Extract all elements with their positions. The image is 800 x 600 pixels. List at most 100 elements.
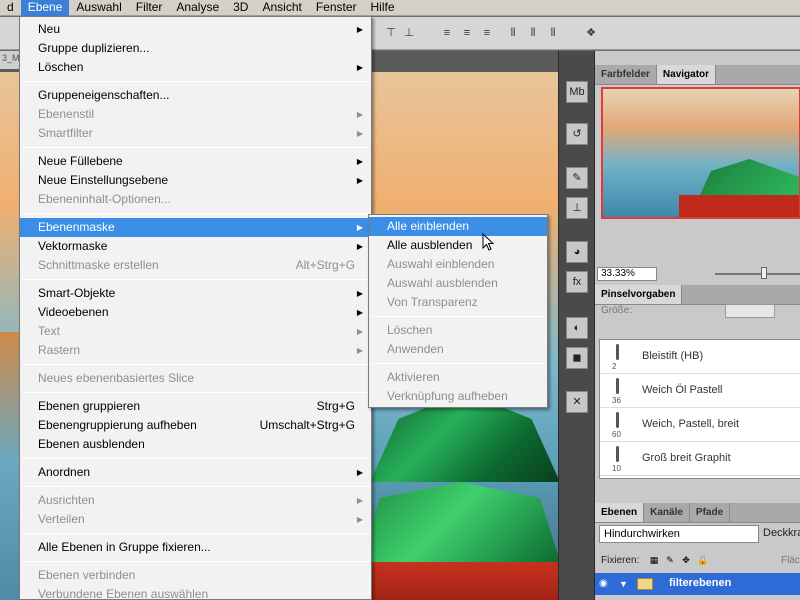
submenu-item: Auswahl einblenden xyxy=(387,257,495,271)
menubar-item[interactable]: Ansicht xyxy=(255,0,308,16)
submenu-arrow-icon: ▶ xyxy=(356,223,363,232)
menu-item-label: Smartfilter xyxy=(38,126,93,140)
submenu-item: Auswahl ausblenden xyxy=(387,276,498,290)
fill-label: Fläch xyxy=(781,555,800,566)
submenu-item: Löschen xyxy=(387,323,433,337)
fx-icon[interactable]: fx xyxy=(566,271,588,293)
submenu-arrow-icon: ▶ xyxy=(356,308,363,317)
menu-item-label: Gruppeneigenschaften... xyxy=(38,88,170,102)
menubar-item[interactable]: d xyxy=(0,0,21,16)
menu-item[interactable]: Neu ▶ xyxy=(20,20,371,39)
brush-size: 10 xyxy=(612,464,621,473)
navigator-zoom-knob[interactable] xyxy=(761,267,767,279)
submenu-separator xyxy=(371,316,545,317)
menubar-item[interactable]: Analyse xyxy=(169,0,226,16)
menubar-item[interactable]: Auswahl xyxy=(69,0,128,16)
panel-dock: Mb ↺ ✎ ⊥ ◕ fx ◐ ◼ ✕ xyxy=(558,51,594,600)
menu-item-label: Verbundene Ebenen auswählen xyxy=(38,587,209,600)
menu-item[interactable]: Ebenen gruppieren Strg+G xyxy=(20,397,371,416)
brush-preset-row[interactable]: 36 Weich Öl Pastell xyxy=(600,374,800,408)
lock-all-icon[interactable]: 🔒 xyxy=(697,555,708,565)
navigator-thumbnail[interactable] xyxy=(601,87,800,219)
menu-item[interactable]: Smart-Objekte ▶ xyxy=(20,284,371,303)
distribute-right-icon[interactable]: ⫴ xyxy=(546,26,560,40)
align-vcenter-icon[interactable]: ⊥ xyxy=(402,26,416,40)
menu-item[interactable]: Videoebenen ▶ xyxy=(20,303,371,322)
panel-tab[interactable]: Farbfelder xyxy=(595,65,657,84)
menu-separator xyxy=(22,213,369,214)
mini-bridge-icon[interactable]: Mb xyxy=(566,81,588,103)
menu-item-label: Anordnen xyxy=(38,465,91,479)
auto-align-icon[interactable]: ❖ xyxy=(584,26,598,40)
menu-item[interactable]: Gruppe duplizieren... xyxy=(20,39,371,58)
align-top-icon[interactable]: ⊤ xyxy=(384,26,398,40)
panel-tab[interactable]: Pinselvorgaben xyxy=(595,285,683,304)
tools-icon[interactable]: ✕ xyxy=(566,391,588,413)
menu-item: Verbundene Ebenen auswählen xyxy=(20,585,371,600)
lock-pixels-icon[interactable]: ✎ xyxy=(665,555,675,565)
menu-item[interactable]: Vektormaske ▶ xyxy=(20,237,371,256)
distribute-bottom-icon[interactable]: ≡ xyxy=(480,26,494,40)
menu-item[interactable]: Ebenengruppierung aufheben Umschalt+Strg+… xyxy=(20,416,371,435)
layer-row[interactable]: ◉ ▼ filterebenen xyxy=(595,573,800,595)
menu-item[interactable]: Gruppeneigenschaften... xyxy=(20,86,371,105)
menu-item[interactable]: Ebenenmaske ▶ xyxy=(20,218,371,237)
brush-preset-row[interactable]: 10 Groß breit Graphit xyxy=(600,442,800,476)
brush-size-label: Größe: xyxy=(601,305,633,316)
expand-arrow-icon[interactable]: ▼ xyxy=(619,579,628,589)
brush-size: 36 xyxy=(612,396,621,405)
menu-item[interactable]: Alle Ebenen in Gruppe fixieren... xyxy=(20,538,371,557)
menu-item[interactable]: Anordnen ▶ xyxy=(20,463,371,482)
brush-icon[interactable]: ✎ xyxy=(566,167,588,189)
panel-tab[interactable]: Navigator xyxy=(656,65,717,84)
brush-size: 60 xyxy=(612,430,621,439)
menu-item: Ebeneninhalt-Optionen... xyxy=(20,190,371,209)
lock-transparency-icon[interactable]: ▦ xyxy=(649,555,659,565)
menu-separator xyxy=(22,533,369,534)
history-icon[interactable]: ↺ xyxy=(566,123,588,145)
visibility-eye-icon[interactable]: ◉ xyxy=(599,578,613,590)
menu-item[interactable]: Neue Einstellungsebene ▶ xyxy=(20,171,371,190)
distribute-top-icon[interactable]: ≡ xyxy=(440,26,454,40)
menu-item[interactable]: Neue Füllebene ▶ xyxy=(20,152,371,171)
lock-position-icon[interactable]: ✥ xyxy=(681,555,691,565)
submenu-item: Aktivieren xyxy=(387,370,440,384)
brush-stroke-icon xyxy=(616,378,619,394)
brush-preset-row[interactable]: 60 Weich, Pastell, breit xyxy=(600,408,800,442)
navigator-zoom-slider[interactable] xyxy=(715,273,800,275)
menu-separator xyxy=(22,364,369,365)
menu-item: Ebenenstil ▶ xyxy=(20,105,371,124)
menu-item[interactable]: Löschen ▶ xyxy=(20,58,371,77)
brush-stroke-icon xyxy=(616,344,619,360)
menubar-item[interactable]: Fenster xyxy=(309,0,364,16)
submenu-item[interactable]: Alle einblenden xyxy=(369,217,547,236)
panel-tab[interactable]: Kanäle xyxy=(644,503,690,522)
distribute-hcenter-icon[interactable]: ⫴ xyxy=(526,26,540,40)
brush-size-field[interactable] xyxy=(725,304,775,318)
opacity-label: Deckkra xyxy=(763,527,800,539)
swatches-icon[interactable]: ◕ xyxy=(566,241,588,263)
stamp-icon[interactable]: ⊥ xyxy=(566,197,588,219)
mask-icon[interactable]: ◐ xyxy=(566,317,588,339)
submenu-arrow-icon: ▶ xyxy=(356,129,363,138)
lock-label: Fixieren: xyxy=(601,555,640,566)
navigator-zoom-field[interactable]: 33.33% xyxy=(597,267,657,281)
panel-tab[interactable]: Pfade xyxy=(690,503,731,522)
submenu-item[interactable]: Alle ausblenden xyxy=(369,236,547,255)
brush-stroke-icon xyxy=(616,446,619,462)
folder-icon xyxy=(637,578,653,590)
menubar-item[interactable]: Ebene xyxy=(20,0,70,16)
blend-mode-select[interactable]: Hindurchwirken xyxy=(599,525,759,543)
distribute-vcenter-icon[interactable]: ≡ xyxy=(460,26,474,40)
brush-preset-row[interactable]: 2 Bleistift (HB) xyxy=(600,340,800,374)
distribute-left-icon[interactable]: ⫴ xyxy=(506,26,520,40)
layers-tabs: Ebenen Kanäle Pfade xyxy=(595,503,800,523)
menu-item[interactable]: Ebenen ausblenden xyxy=(20,435,371,454)
menubar-item[interactable]: 3D xyxy=(226,0,255,16)
menubar-item[interactable]: Hilfe xyxy=(364,0,402,16)
adjust-icon[interactable]: ◼ xyxy=(566,347,588,369)
menubar-item[interactable]: Filter xyxy=(129,0,170,16)
panels-column: Farbfelder Navigator 33.33% Pinselvorgabe… xyxy=(594,51,800,600)
panel-tab[interactable]: Ebenen xyxy=(595,503,645,522)
menu-item-label: Neues ebenenbasiertes Slice xyxy=(38,371,195,385)
